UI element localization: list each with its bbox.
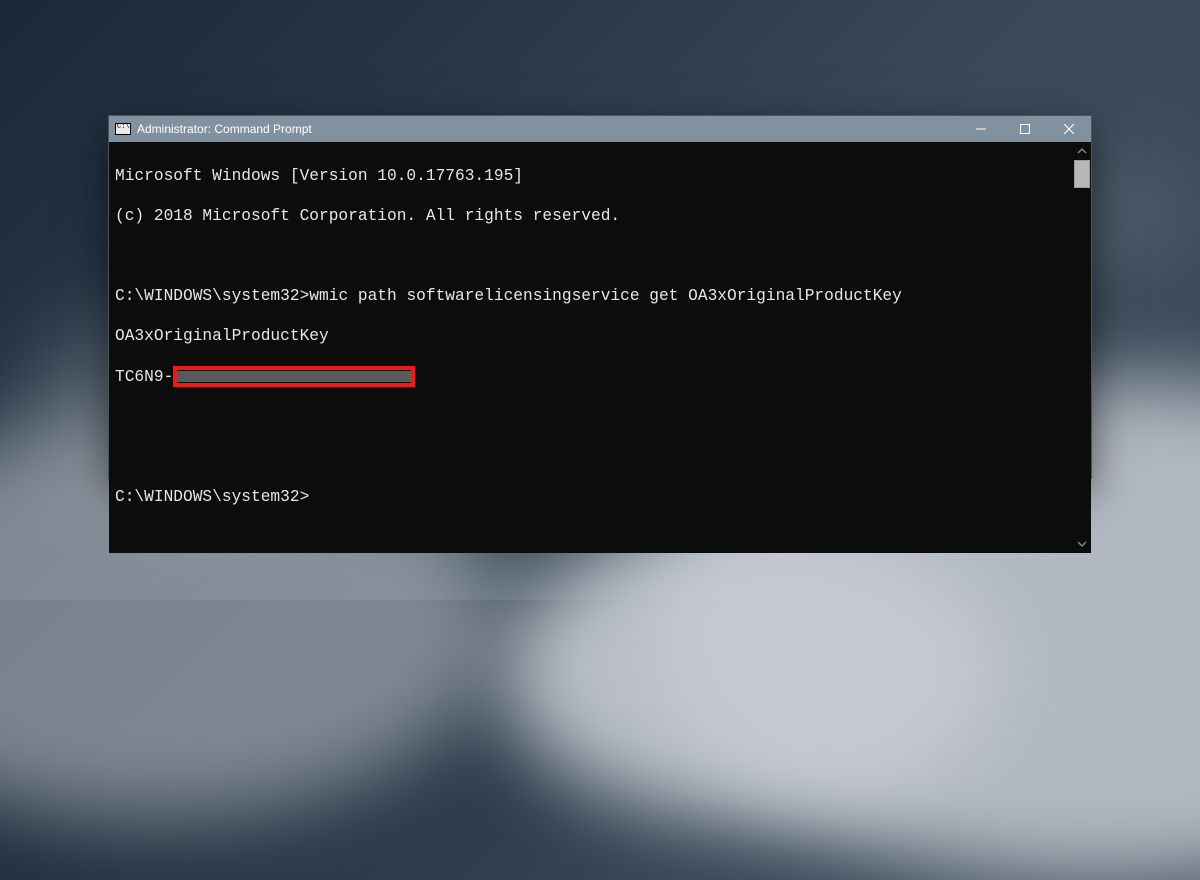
maximize-button[interactable] [1003, 116, 1047, 142]
vertical-scrollbar[interactable] [1073, 142, 1091, 553]
command-line: C:\WINDOWS\system32>wmic path softwareli… [115, 286, 1067, 306]
scroll-down-button[interactable] [1073, 535, 1091, 553]
banner-line: Microsoft Windows [Version 10.0.17763.19… [115, 166, 1067, 186]
product-key-line: TC6N9- [115, 366, 1067, 387]
cmd-icon [115, 123, 131, 135]
scroll-up-button[interactable] [1073, 142, 1091, 160]
result-header: OA3xOriginalProductKey [115, 326, 1067, 346]
command-prompt-window: Administrator: Command Prompt Microsoft … [108, 115, 1092, 479]
scroll-thumb[interactable] [1074, 160, 1090, 188]
window-title: Administrator: Command Prompt [137, 122, 312, 136]
terminal-output[interactable]: Microsoft Windows [Version 10.0.17763.19… [109, 142, 1073, 553]
minimize-button[interactable] [959, 116, 1003, 142]
key-prefix: TC6N9- [115, 367, 173, 387]
current-prompt[interactable]: C:\WINDOWS\system32> [115, 487, 1067, 509]
title-bar[interactable]: Administrator: Command Prompt [109, 116, 1091, 142]
copyright-line: (c) 2018 Microsoft Corporation. All righ… [115, 206, 1067, 226]
close-button[interactable] [1047, 116, 1091, 142]
redacted-key [173, 366, 415, 387]
